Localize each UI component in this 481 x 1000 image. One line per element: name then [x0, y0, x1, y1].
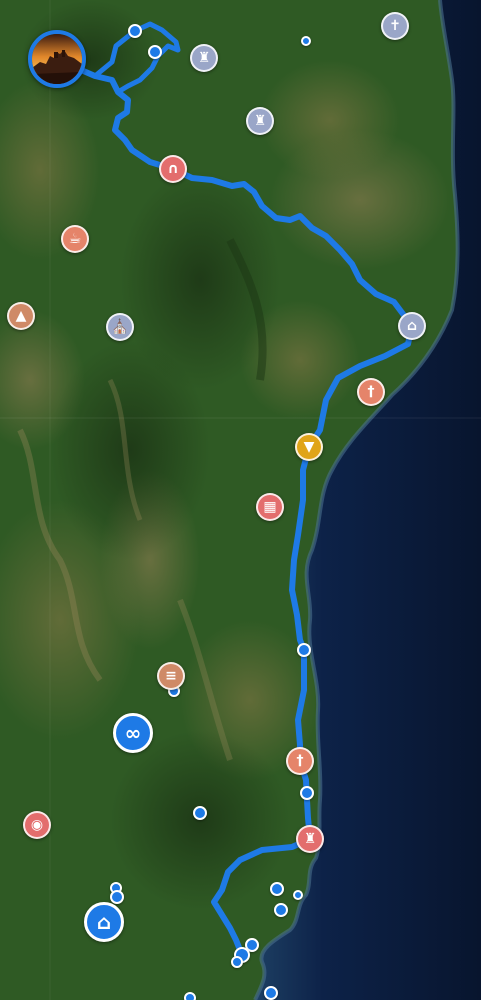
restaurant-icon: † [296, 753, 304, 769]
church-marker[interactable]: ⛪ [106, 313, 134, 341]
coffee-marker[interactable]: ☕ [61, 225, 89, 253]
sunset-photo [32, 34, 82, 84]
waypoint-dot[interactable] [231, 956, 243, 968]
wine-icon: ≡ [165, 668, 177, 684]
castle-marker[interactable]: ♜ [246, 107, 274, 135]
museum-marker[interactable]: ⌂ [398, 312, 426, 340]
cross-marker[interactable]: ✝ [381, 12, 409, 40]
wine-marker[interactable]: ≡ [157, 662, 185, 690]
waypoint-dot[interactable] [193, 806, 207, 820]
restaurant-marker[interactable]: † [286, 747, 314, 775]
waypoint-dot[interactable] [128, 24, 142, 38]
wall-marker[interactable]: ▦ [256, 493, 284, 521]
satellite-map[interactable]: ✝ ♜ ♜ ∩ ☕ ▲ ⛪ ⌂ † ▼ ▦ ≡ ∞ † ◉ ♜ ⌂ [0, 0, 481, 1000]
home-marker[interactable]: ⌂ [84, 902, 124, 942]
waypoint-dot[interactable] [270, 882, 284, 896]
wall-icon: ▦ [263, 499, 277, 515]
waypoint-dot[interactable] [148, 45, 162, 59]
coffee-icon: ☕ [68, 231, 82, 247]
tower-icon: ♜ [303, 831, 317, 847]
waypoint-dot[interactable] [264, 986, 278, 1000]
binoculars-marker[interactable]: ∞ [113, 713, 153, 753]
camera-marker[interactable]: ◉ [23, 811, 51, 839]
restaurant-icon: † [367, 384, 375, 400]
waypoint-dot[interactable] [301, 36, 311, 46]
carrot-icon: ▼ [303, 439, 315, 455]
castle-icon: ♜ [197, 50, 211, 66]
map-canvas[interactable] [0, 0, 481, 1000]
castle-marker[interactable]: ♜ [190, 44, 218, 72]
museum-icon: ⌂ [406, 318, 418, 334]
carrot-marker[interactable]: ▼ [295, 433, 323, 461]
bridge-marker[interactable]: ∩ [159, 155, 187, 183]
church-icon: ⛪ [111, 319, 129, 335]
mountain-marker[interactable]: ▲ [7, 302, 35, 330]
waypoint-dot[interactable] [110, 890, 124, 904]
mountain-icon: ▲ [15, 308, 27, 324]
waypoint-dot[interactable] [274, 903, 288, 917]
waypoint-dot[interactable] [293, 890, 303, 900]
waypoint-dot[interactable] [297, 643, 311, 657]
waypoint-dot[interactable] [184, 992, 196, 1000]
castle-icon: ♜ [253, 113, 267, 129]
waypoint-dot[interactable] [300, 786, 314, 800]
cross-icon: ✝ [389, 18, 401, 34]
restaurant-marker[interactable]: † [357, 378, 385, 406]
start-photo-thumbnail[interactable] [28, 30, 86, 88]
home-icon: ⌂ [96, 910, 112, 934]
camera-icon: ◉ [30, 817, 44, 833]
bridge-icon: ∩ [167, 161, 179, 177]
binoculars-icon: ∞ [124, 721, 142, 745]
tower-marker[interactable]: ♜ [296, 825, 324, 853]
